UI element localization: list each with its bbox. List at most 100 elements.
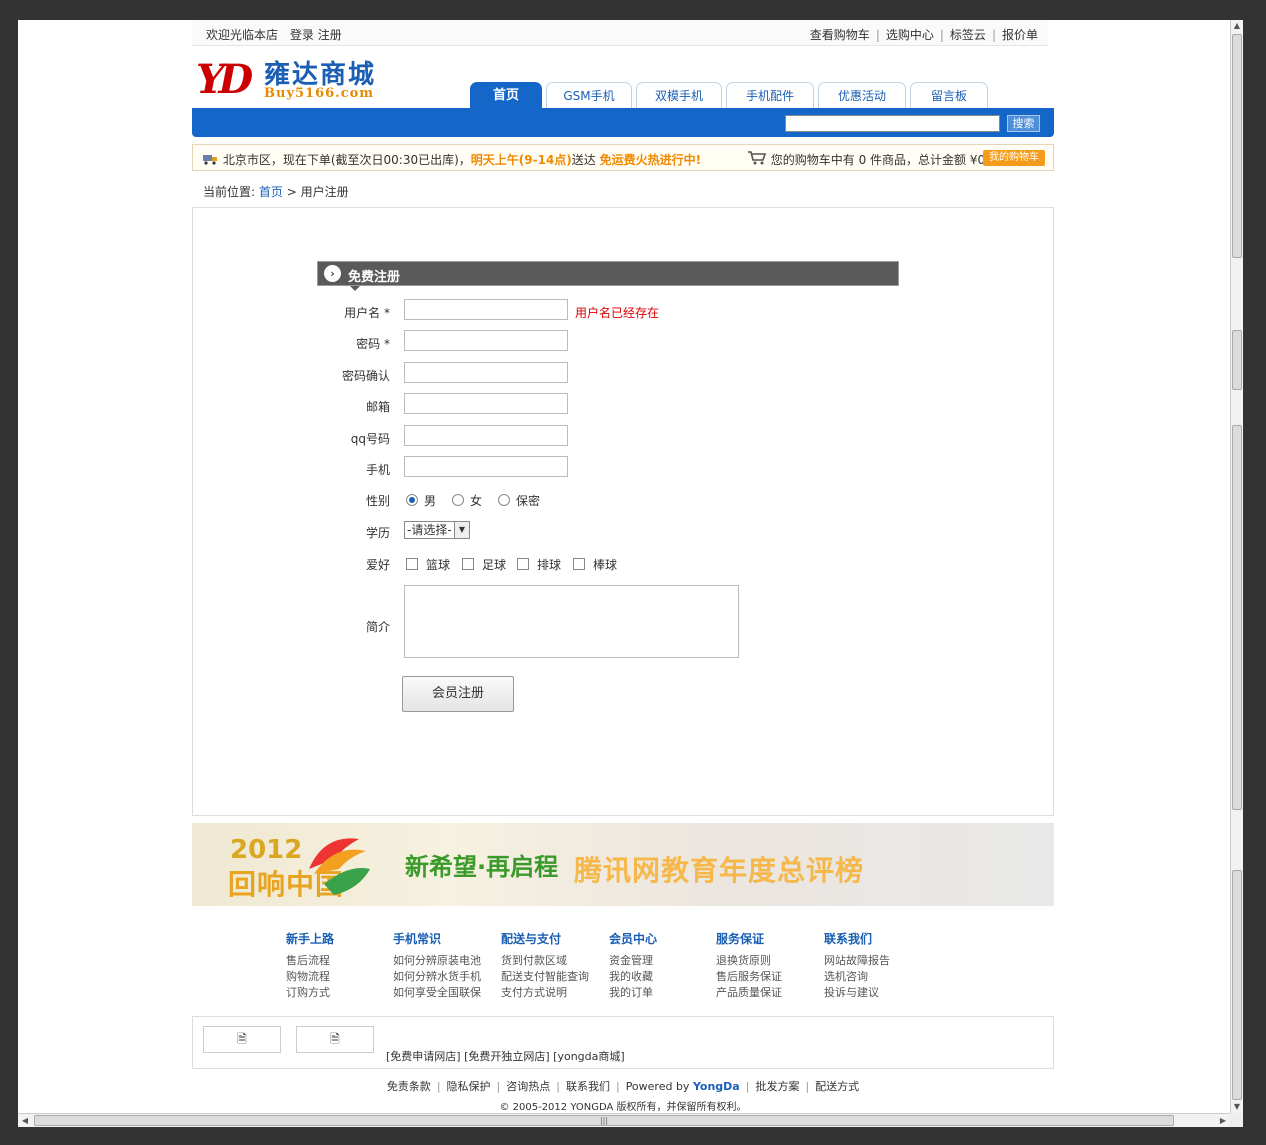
breadcrumb-prefix: 当前位置: (203, 185, 256, 199)
logo-english: Buy5166.com (264, 86, 375, 101)
footer-link[interactable]: 售后流程 (286, 953, 386, 969)
quote-list-link[interactable]: 报价单 (1002, 28, 1038, 42)
scroll-down-icon[interactable]: ▼ (1231, 1101, 1243, 1113)
checkbox-icon (573, 558, 585, 570)
footer-link[interactable]: 投诉与建议 (824, 985, 924, 1001)
footer-link[interactable]: 选机咨询 (824, 969, 924, 985)
broken-image-icon[interactable]: 🗎 (203, 1026, 281, 1053)
tag-cloud-link[interactable]: 标签云 (950, 28, 986, 42)
breadcrumb-home-link[interactable]: 首页 (259, 185, 283, 199)
horizontal-scrollbar[interactable]: ◀ ||| ▶ (18, 1113, 1230, 1127)
tab-gsm-phones[interactable]: GSM手机 (546, 82, 632, 108)
hobby-football[interactable]: 足球 (462, 556, 506, 573)
footer-hotline-link[interactable]: 咨询热点 (506, 1080, 550, 1093)
scroll-left-icon[interactable]: ◀ (18, 1114, 32, 1127)
footer-column-heading: 手机常识 (393, 932, 442, 946)
form-header: › 免费注册 (317, 261, 899, 291)
footer-shipping-link[interactable]: 配送方式 (815, 1080, 859, 1093)
scroll-thumb[interactable]: ||| (34, 1115, 1174, 1126)
scroll-thumb[interactable] (1232, 870, 1242, 1100)
tab-message-board[interactable]: 留言板 (910, 82, 988, 108)
education-select[interactable]: -请选择- ▼ (404, 521, 470, 539)
education-selected: -请选择- (407, 523, 452, 537)
registration-form: › 免费注册 用户名 * 用户名已经存在 密码 * 密码确认 邮箱 qq号码 手… (192, 207, 1054, 816)
footer-link[interactable]: 产品质量保证 (716, 985, 816, 1001)
powered-by-text: Powered by (625, 1080, 690, 1093)
radio-icon (406, 494, 418, 506)
view-cart-link[interactable]: 查看购物车 (810, 28, 870, 42)
scroll-thumb[interactable] (1232, 34, 1242, 258)
tab-dual-mode-phones[interactable]: 双模手机 (636, 82, 722, 108)
tab-accessories[interactable]: 手机配件 (726, 82, 814, 108)
arrow-right-circle-icon: › (324, 265, 341, 282)
mobile-input[interactable] (404, 456, 568, 477)
search-button[interactable]: 搜索 (1007, 115, 1040, 132)
gender-option-female[interactable]: 女 (452, 492, 482, 509)
footer-wholesale-link[interactable]: 批发方案 (755, 1080, 799, 1093)
delivery-arrive: 送达 (571, 153, 596, 167)
password-confirm-input[interactable] (404, 362, 568, 383)
gender-option-secret[interactable]: 保密 (498, 492, 540, 509)
login-link[interactable]: 登录 (290, 28, 314, 42)
header-notch (350, 286, 360, 291)
radio-icon (452, 494, 464, 506)
truck-icon (203, 155, 217, 165)
copyright: © 2005-2012 YONGDA 版权所有，并保留所有权利。 (499, 1102, 747, 1113)
password-input[interactable] (404, 330, 568, 351)
site-logo[interactable]: YD 雍达商城 Buy5166.com (192, 54, 392, 104)
email-input[interactable] (404, 393, 568, 414)
delivery-info-bar: 北京市区，现在下单(截至次日00:30已出库)，明天上午(9-14点)送达 免运… (192, 144, 1054, 171)
email-label: 邮箱 (365, 400, 390, 414)
footer-link[interactable]: 资金管理 (609, 953, 709, 969)
username-input[interactable] (404, 299, 568, 320)
checkbox-icon (462, 558, 474, 570)
footer-link[interactable]: 配送支付智能查询 (501, 969, 601, 985)
footer-link[interactable]: 售后服务保证 (716, 969, 816, 985)
footer-link[interactable]: 我的收藏 (609, 969, 709, 985)
gender-option-male[interactable]: 男 (406, 492, 436, 509)
hobby-basketball[interactable]: 篮球 (406, 556, 450, 573)
tab-promotions[interactable]: 优惠活动 (818, 82, 906, 108)
footer-link[interactable]: 我的订单 (609, 985, 709, 1001)
search-input[interactable] (785, 115, 1000, 132)
scroll-thumb[interactable] (1232, 425, 1242, 810)
footer-link[interactable]: 支付方式说明 (501, 985, 601, 1001)
free-shipping-promo: 免运费火热进行中! (599, 153, 702, 167)
chevron-down-icon: ▼ (454, 522, 469, 538)
checkbox-icon (406, 558, 418, 570)
scroll-thumb[interactable] (1232, 330, 1242, 390)
register-link[interactable]: 注册 (318, 28, 342, 42)
footer-link[interactable]: 如何分辨水货手机 (393, 969, 493, 985)
register-submit-button[interactable]: 会员注册 (402, 676, 514, 712)
footer-link[interactable]: 货到付款区域 (501, 953, 601, 969)
my-cart-button[interactable]: 我的购物车 (983, 150, 1045, 166)
friend-links-text[interactable]: [免费申请网店] [免费开独立网店] [yongda商城] (386, 1048, 625, 1064)
qq-input[interactable] (404, 425, 568, 446)
footer-link[interactable]: 如何享受全国联保 (393, 985, 493, 1001)
footer-link[interactable]: 如何分辨原装电池 (393, 953, 493, 969)
footer-privacy-link[interactable]: 隐私保护 (447, 1080, 491, 1093)
banner-title: 腾讯网教育年度总评榜 (574, 854, 865, 887)
intro-textarea[interactable] (404, 585, 739, 658)
footer-column-heading: 服务保证 (716, 932, 765, 946)
broken-image-icon[interactable]: 🗎 (296, 1026, 374, 1053)
footer-link[interactable]: 退换货原则 (716, 953, 816, 969)
password-confirm-label: 密码确认 (341, 369, 390, 383)
scroll-up-icon[interactable]: ▲ (1231, 20, 1243, 32)
hobby-volleyball[interactable]: 排球 (517, 556, 561, 573)
footer-link[interactable]: 购物流程 (286, 969, 386, 985)
promo-banner[interactable]: 2012 回响中国 新希望·再启程 腾讯网教育年度总评榜 (192, 823, 1054, 906)
footer-contact-link[interactable]: 联系我们 (566, 1080, 610, 1093)
footer-link[interactable]: 订购方式 (286, 985, 386, 1001)
tab-home[interactable]: 首页 (470, 82, 542, 108)
breadcrumb-separator: > (286, 185, 297, 199)
vertical-scrollbar[interactable]: ▲ ▼ (1230, 20, 1243, 1113)
browser-viewport: 欢迎光临本店 登录 注册 查看购物车 | 选购中心 | 标签云 | 报价单 YD 雍达商城 … (18, 20, 1230, 1113)
footer-disclaimer-link[interactable]: 免责条款 (387, 1080, 431, 1093)
mobile-label: 手机 (365, 463, 390, 477)
shopping-center-link[interactable]: 选购中心 (886, 28, 934, 42)
powered-by-brand[interactable]: YongDa (693, 1080, 740, 1093)
scroll-right-icon[interactable]: ▶ (1216, 1114, 1230, 1127)
hobby-baseball[interactable]: 棒球 (573, 556, 617, 573)
footer-link[interactable]: 网站故障报告 (824, 953, 924, 969)
